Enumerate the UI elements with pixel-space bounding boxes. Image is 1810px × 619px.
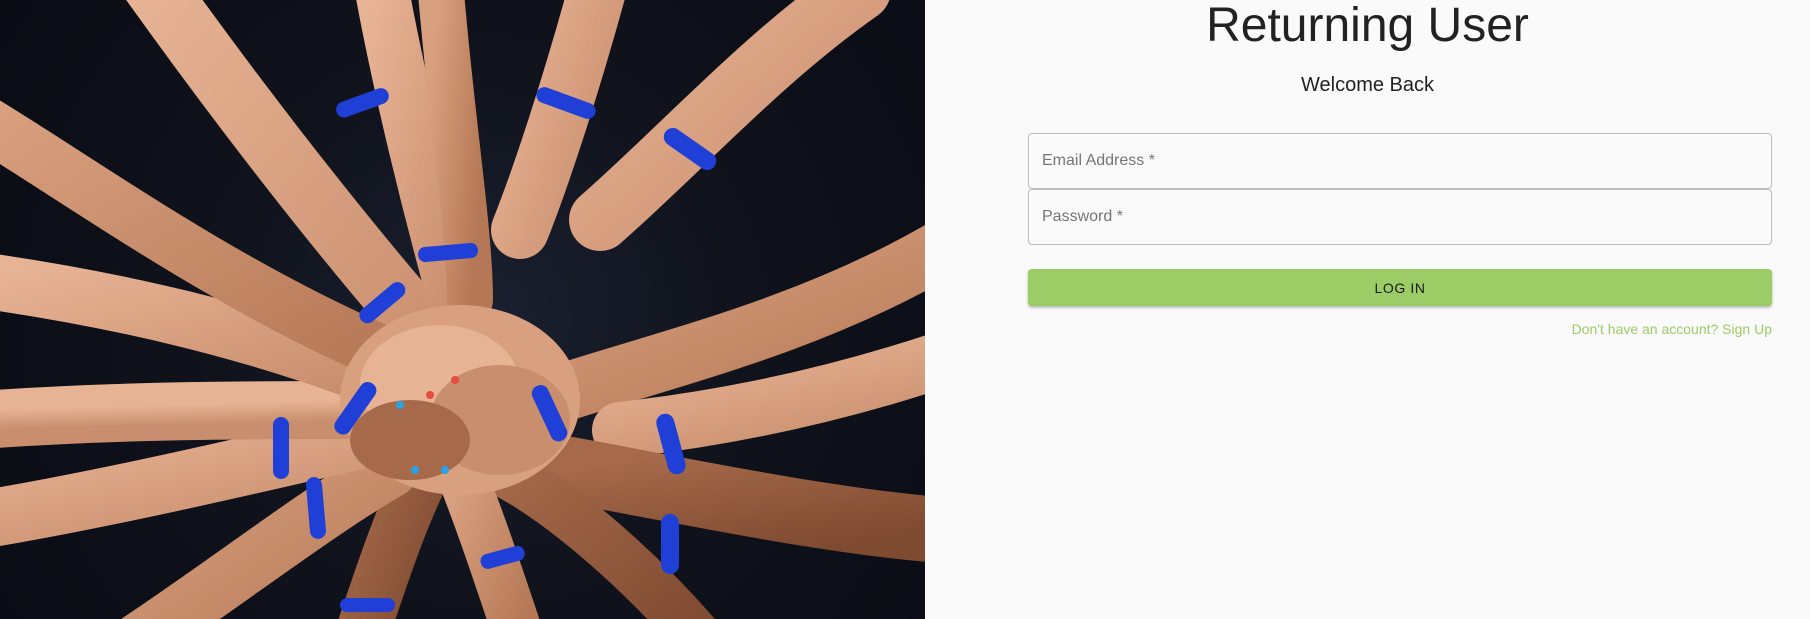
signup-link[interactable]: Don't have an account? Sign Up — [1572, 321, 1772, 337]
login-page: Returning User Welcome Back LOG IN Don't… — [0, 0, 1810, 619]
email-field[interactable] — [1029, 134, 1771, 188]
hero-image — [0, 0, 925, 619]
login-form: LOG IN Don't have an account? Sign Up — [1028, 133, 1772, 337]
password-field[interactable] — [1029, 190, 1771, 244]
hands-together-illustration — [0, 0, 925, 619]
password-field-wrapper — [1028, 189, 1772, 245]
login-button[interactable]: LOG IN — [1028, 269, 1772, 306]
page-title: Returning User — [1206, 0, 1529, 52]
welcome-subtitle: Welcome Back — [1300, 74, 1434, 96]
email-field-wrapper — [1028, 133, 1772, 189]
login-panel: Returning User Welcome Back LOG IN Don't… — [925, 0, 1810, 619]
